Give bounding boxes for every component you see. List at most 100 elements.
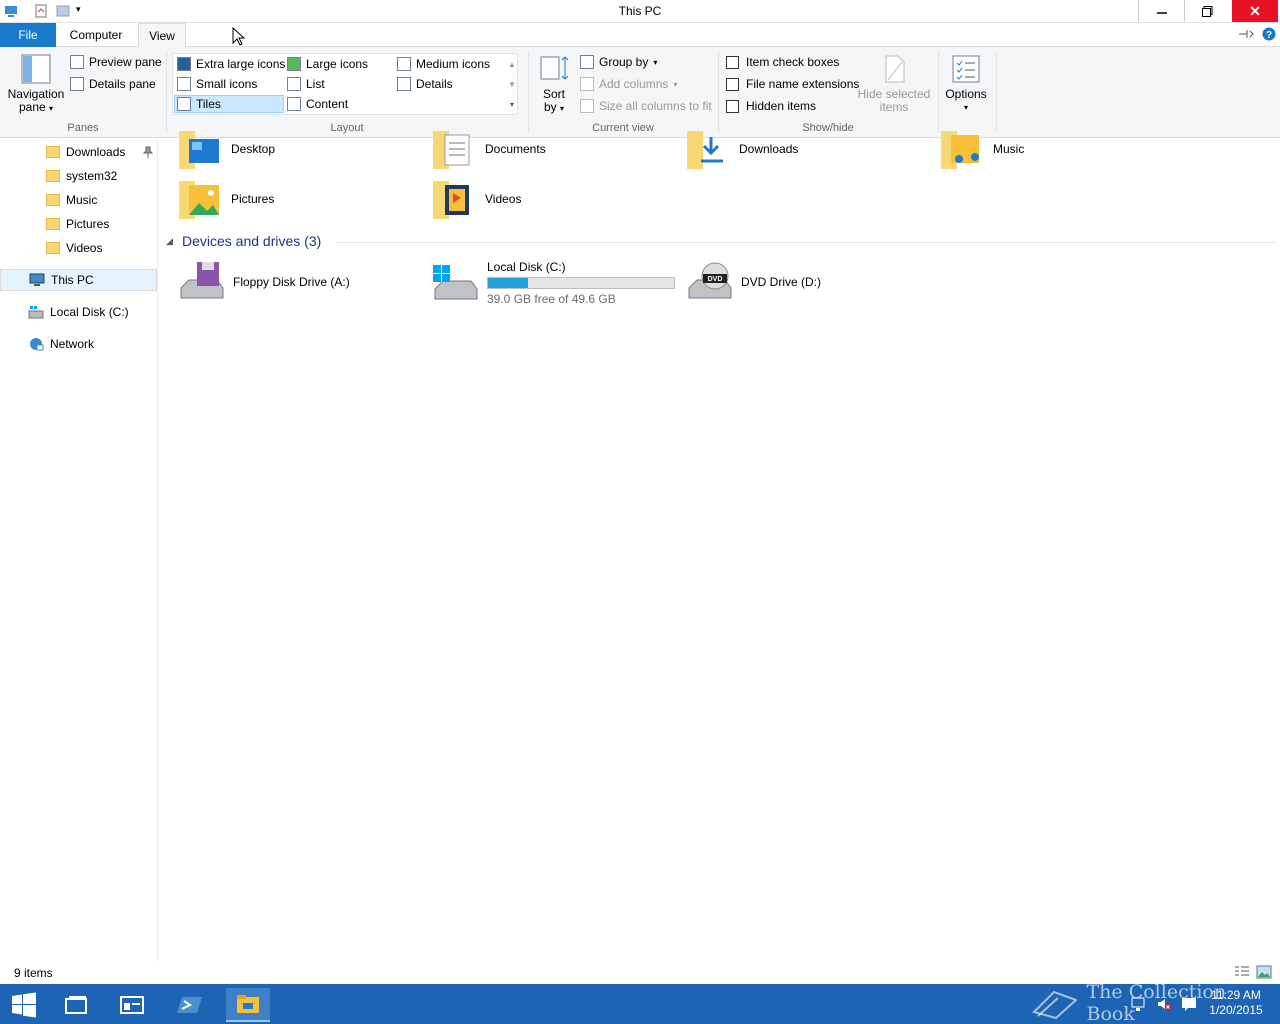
nav-item-pictures[interactable]: Pictures [46, 214, 109, 234]
layout-tiles-label: Tiles [196, 97, 221, 111]
tab-view[interactable]: View [138, 23, 186, 48]
details-pane-button[interactable]: Details pane [70, 74, 156, 94]
folder-label: Downloads [739, 142, 799, 156]
preview-pane-label: Preview pane [89, 55, 162, 69]
music-folder-icon [46, 194, 60, 206]
layout-list-label: List [306, 77, 325, 91]
folder-label: Desktop [231, 142, 276, 156]
scroll-down-icon[interactable]: ▼ [506, 75, 518, 95]
navigation-pane-icon [21, 54, 51, 84]
layout-tiles[interactable]: Tiles [177, 94, 221, 114]
large-icons-view-icon[interactable] [1256, 965, 1272, 982]
options-icon [952, 55, 980, 83]
nav-item-network[interactable]: Network [28, 334, 94, 354]
folder-tile-pictures[interactable]: Pictures [179, 177, 274, 221]
file-name-extensions-checkbox[interactable] [726, 77, 739, 91]
layout-small-icons[interactable]: Small icons [177, 74, 257, 94]
navigation-pane-button[interactable]: Navigation pane ▾ [6, 53, 66, 115]
task-view-button[interactable] [54, 988, 98, 1022]
options-label: Options [945, 87, 987, 101]
tab-file[interactable]: File [0, 23, 56, 47]
item-check-boxes-toggle[interactable]: Item check boxes [726, 52, 839, 72]
layout-large-icons[interactable]: Large icons [287, 54, 368, 74]
desktop-folder-icon [179, 127, 223, 171]
content-icon [287, 97, 301, 111]
size-all-columns-button[interactable]: Size all columns to fit [580, 96, 712, 116]
floppy-drive-icon [180, 262, 224, 299]
folder-tile-desktop[interactable]: Desktop [179, 127, 275, 171]
nav-item-local-disk[interactable]: Local Disk (C:) [28, 302, 129, 322]
pictures-folder-icon [46, 218, 60, 230]
ribbon: Navigation pane ▾ Preview pane Details p… [0, 47, 1280, 138]
collapse-arrow-icon[interactable]: ◢ [166, 236, 173, 247]
powershell-icon [177, 997, 202, 1013]
tab-computer[interactable]: Computer [60, 23, 132, 47]
hide-selected-items-button[interactable]: Hide selected items [856, 53, 932, 114]
layout-medium-icons[interactable]: Medium icons [397, 54, 490, 74]
server-manager-button[interactable] [110, 988, 154, 1022]
details-view-icon[interactable] [1234, 965, 1250, 982]
local-disk-icon [28, 306, 44, 319]
chevron-down-icon: ▾ [653, 57, 658, 67]
clock-time: 11:29 AM [1211, 988, 1261, 1002]
system-clock[interactable]: 11:29 AM 1/20/2015 [1200, 988, 1272, 1018]
folder-label: Documents [485, 142, 546, 156]
preview-pane-button[interactable]: Preview pane [70, 52, 162, 72]
hidden-items-checkbox[interactable] [726, 99, 739, 113]
group-by-icon [580, 55, 594, 69]
action-center-icon[interactable] [1181, 996, 1197, 1015]
chevron-down-icon: ▾ [49, 104, 54, 113]
start-button[interactable] [2, 988, 46, 1022]
drive-tile-floppy[interactable]: Floppy Disk Drive (A:) [177, 260, 350, 304]
folder-tile-downloads[interactable]: Downloads [687, 127, 798, 171]
server-manager-icon [120, 996, 144, 1014]
nav-item-system32[interactable]: system32 [46, 166, 117, 186]
sort-by-button[interactable]: Sort by ▾ [536, 53, 572, 115]
hidden-items-toggle[interactable]: Hidden items [726, 96, 816, 116]
folder-tile-videos[interactable]: Videos [433, 177, 521, 221]
layout-list[interactable]: List [287, 74, 325, 94]
layout-details[interactable]: Details [397, 74, 453, 94]
panes-group-label: Panes [67, 122, 99, 134]
layout-content[interactable]: Content [287, 94, 348, 114]
powershell-button[interactable] [168, 988, 212, 1022]
nav-item-videos[interactable]: Videos [46, 238, 102, 258]
close-button[interactable]: ✕ [1232, 0, 1278, 22]
item-check-boxes-checkbox[interactable] [726, 55, 739, 69]
separator [528, 51, 529, 133]
folder-tile-music[interactable]: Music [941, 127, 1024, 171]
drive-tile-dvd[interactable]: DVD DVD Drive (D:) [685, 260, 821, 304]
restore-button[interactable] [1184, 0, 1230, 22]
minimize-ribbon-icon[interactable] [1238, 28, 1254, 43]
hidden-items-label: Hidden items [746, 99, 817, 113]
drive-tile-local-disk[interactable]: Local Disk (C:) 39.0 GB free of 49.6 GB [431, 260, 675, 306]
add-columns-button[interactable]: Add columns ▾ [580, 74, 677, 94]
group-header-divider [336, 242, 1276, 243]
videos-folder-icon [433, 177, 477, 221]
file-name-extensions-toggle[interactable]: File name extensions [726, 74, 859, 94]
large-icons-icon [287, 57, 301, 71]
nav-item-music[interactable]: Music [46, 190, 97, 210]
layout-extra-large-icons[interactable]: Extra large icons [177, 54, 285, 74]
nav-item-downloads[interactable]: Downloads [46, 142, 125, 162]
group-by-button[interactable]: Group by ▾ [580, 52, 657, 72]
music-folder-icon [941, 127, 985, 171]
expand-gallery-icon[interactable]: ▾ [506, 95, 518, 115]
navigation-pane-label-2: pane [18, 100, 46, 114]
folder-tile-documents[interactable]: Documents [433, 127, 546, 171]
options-button[interactable]: Options ▾ [942, 53, 990, 114]
pin-icon[interactable] [142, 146, 154, 161]
scroll-up-icon[interactable]: ▲ [506, 55, 518, 75]
nav-item-this-pc[interactable]: This PC [0, 269, 157, 291]
drive-label: Local Disk (C:) [487, 260, 566, 274]
group-by-label: Group by [599, 55, 649, 69]
title-bar: ▾ This PC ✕ [0, 0, 1280, 23]
minimize-button[interactable] [1138, 0, 1184, 22]
volume-muted-icon[interactable] [1156, 996, 1172, 1015]
network-tray-icon[interactable] [1130, 996, 1146, 1015]
layout-scroll[interactable]: ▲ ▼ ▾ [506, 55, 518, 115]
file-explorer-button[interactable] [226, 988, 270, 1022]
devices-and-drives-header[interactable]: ◢ Devices and drives (3) [166, 232, 1276, 252]
help-icon[interactable]: ? [1262, 27, 1276, 44]
separator [718, 51, 719, 133]
